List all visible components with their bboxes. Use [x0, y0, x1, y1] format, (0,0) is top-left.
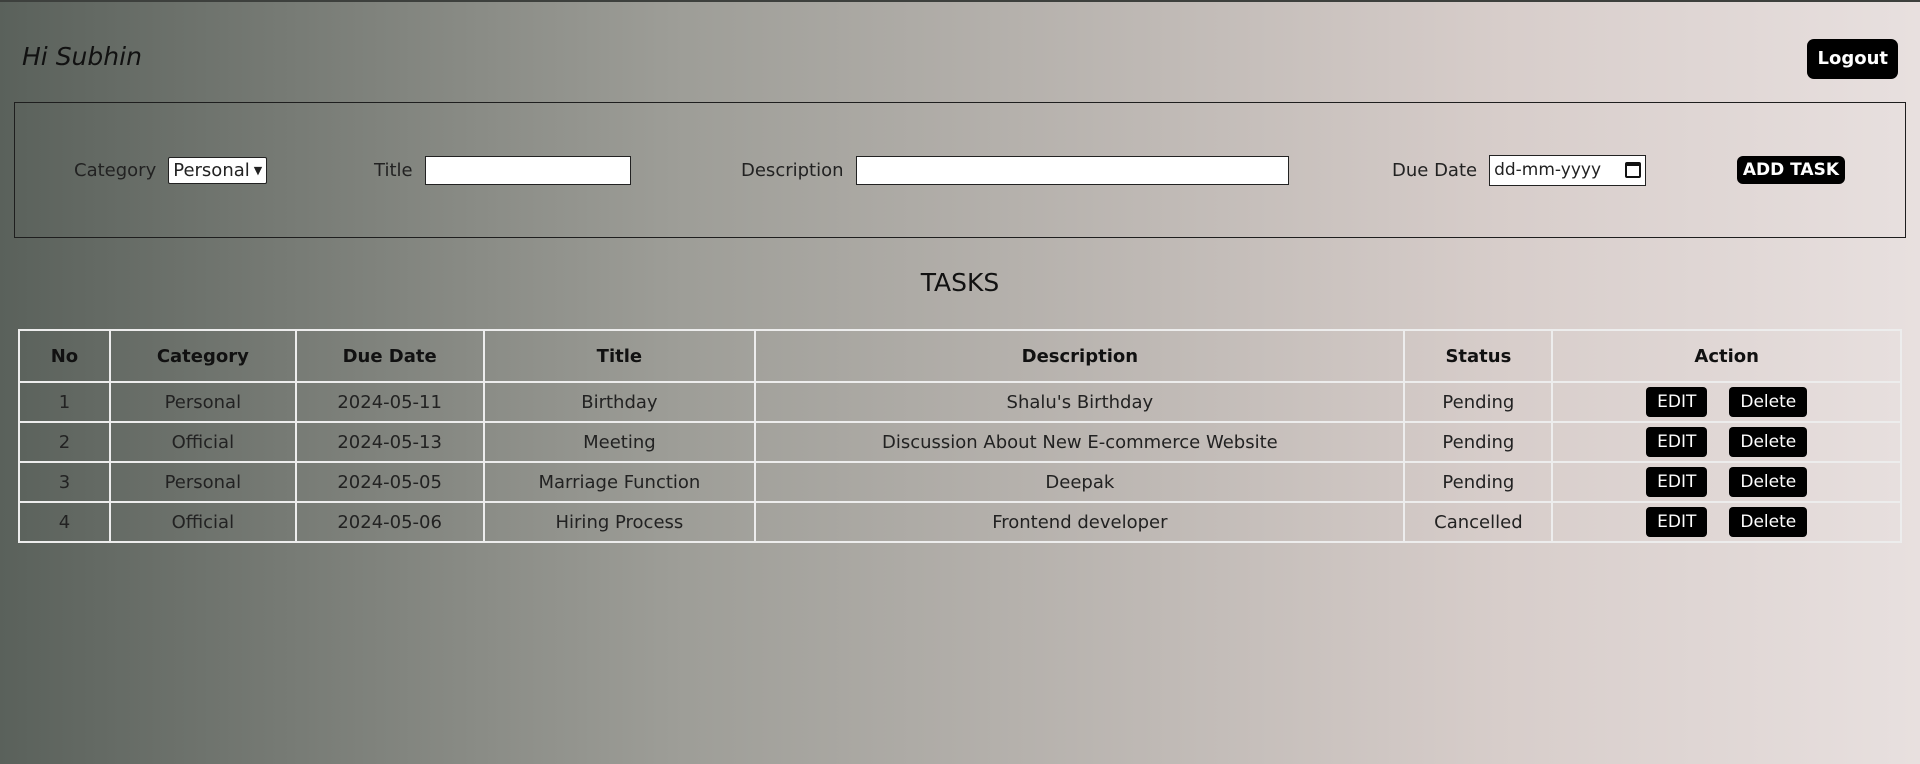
description-input[interactable]	[855, 155, 1289, 185]
tasks-heading: TASKS	[920, 268, 1000, 297]
cell-action: EDIT Delete	[1551, 381, 1902, 423]
cell-action: EDIT Delete	[1551, 501, 1902, 543]
cell-status: Pending	[1403, 461, 1554, 503]
calendar-icon[interactable]	[1625, 162, 1642, 178]
cell-title: Birthday	[482, 381, 757, 423]
cell-description: Discussion About New E-commerce Website	[754, 421, 1406, 463]
edit-button[interactable]: EDIT	[1646, 467, 1708, 497]
cell-category: Personal	[108, 461, 297, 503]
add-task-form: Category Personal ▼ Title Description Du…	[14, 102, 1906, 238]
delete-button[interactable]: Delete	[1729, 387, 1808, 417]
greeting: Hi Subhin	[22, 42, 142, 71]
delete-button[interactable]: Delete	[1729, 427, 1808, 457]
logout-button[interactable]: Logout	[1807, 39, 1898, 79]
cell-description: Deepak	[754, 461, 1406, 503]
chevron-down-icon: ▼	[253, 163, 263, 177]
description-label: Description	[741, 159, 844, 181]
category-group: Category Personal ▼	[74, 103, 268, 237]
delete-button[interactable]: Delete	[1729, 507, 1808, 537]
edit-button[interactable]: EDIT	[1646, 507, 1708, 537]
header-category: Category	[108, 329, 297, 383]
cell-no: 3	[18, 461, 111, 503]
add-task-button[interactable]: ADD TASK	[1736, 156, 1845, 184]
header-status: Status	[1403, 329, 1554, 383]
cell-category: Official	[108, 501, 297, 543]
cell-status: Cancelled	[1403, 501, 1554, 543]
cell-category: Personal	[108, 381, 297, 423]
table-row: 4 Official 2024-05-06 Hiring Process Fro…	[18, 501, 1902, 543]
category-select-value: Personal	[173, 159, 250, 181]
title-input[interactable]	[424, 155, 631, 185]
category-select[interactable]: Personal ▼	[168, 156, 268, 184]
title-group: Title	[374, 103, 631, 237]
cell-due-date: 2024-05-06	[294, 501, 485, 543]
cell-status: Pending	[1403, 421, 1554, 463]
header-description: Description	[754, 329, 1406, 383]
edit-button[interactable]: EDIT	[1646, 427, 1708, 457]
cell-no: 1	[18, 381, 111, 423]
due-date-placeholder: dd-mm-yyyy	[1494, 160, 1602, 180]
cell-description: Frontend developer	[754, 501, 1406, 543]
due-date-label: Due Date	[1392, 159, 1478, 181]
tasks-table: No Category Due Date Title Description S…	[18, 329, 1902, 543]
table-row: 1 Personal 2024-05-11 Birthday Shalu's B…	[18, 381, 1902, 423]
delete-button[interactable]: Delete	[1729, 467, 1808, 497]
header-no: No	[18, 329, 111, 383]
cell-no: 2	[18, 421, 111, 463]
cell-due-date: 2024-05-13	[294, 421, 485, 463]
due-date-input[interactable]: dd-mm-yyyy	[1489, 154, 1647, 186]
title-label: Title	[374, 159, 413, 181]
description-group: Description	[741, 103, 1289, 237]
cell-due-date: 2024-05-05	[294, 461, 485, 503]
cell-due-date: 2024-05-11	[294, 381, 485, 423]
cell-no: 4	[18, 501, 111, 543]
header-due-date: Due Date	[294, 329, 485, 383]
table-row: 3 Personal 2024-05-05 Marriage Function …	[18, 461, 1902, 503]
due-date-group: Due Date dd-mm-yyyy	[1392, 103, 1647, 237]
edit-button[interactable]: EDIT	[1646, 387, 1708, 417]
category-label: Category	[74, 159, 157, 181]
cell-action: EDIT Delete	[1551, 461, 1902, 503]
cell-status: Pending	[1403, 381, 1554, 423]
cell-title: Marriage Function	[482, 461, 757, 503]
cell-title: Meeting	[482, 421, 757, 463]
cell-title: Hiring Process	[482, 501, 757, 543]
header-action: Action	[1551, 329, 1902, 383]
cell-category: Official	[108, 421, 297, 463]
header-title: Title	[482, 329, 757, 383]
cell-action: EDIT Delete	[1551, 421, 1902, 463]
table-row: 2 Official 2024-05-13 Meeting Discussion…	[18, 421, 1902, 463]
cell-description: Shalu's Birthday	[754, 381, 1406, 423]
table-header-row: No Category Due Date Title Description S…	[18, 329, 1902, 383]
